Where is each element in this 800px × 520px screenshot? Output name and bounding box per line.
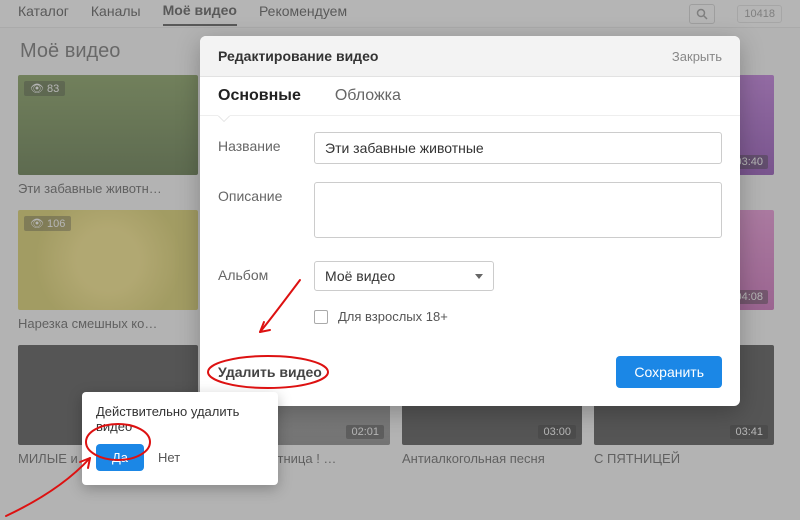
modal-title: Редактирование видео <box>218 48 378 64</box>
adult-checkbox[interactable] <box>314 310 328 324</box>
delete-video-link[interactable]: Удалить видео <box>218 364 322 380</box>
confirm-yes-button[interactable]: Да <box>96 444 144 471</box>
tab-cover[interactable]: Обложка <box>335 87 401 115</box>
confirm-no-button[interactable]: Нет <box>158 450 180 465</box>
description-input[interactable] <box>314 182 722 238</box>
confirm-question: Действительно удалить видео <box>96 404 264 434</box>
edit-video-modal: Редактирование видео Закрыть Основные Об… <box>200 36 740 406</box>
label-album: Альбом <box>218 261 314 283</box>
name-input[interactable] <box>314 132 722 164</box>
label-desc: Описание <box>218 182 314 204</box>
modal-tabs: Основные Обложка <box>200 77 740 116</box>
album-select-value: Моё видео <box>325 268 395 284</box>
delete-confirm-popover: Действительно удалить видео Да Нет <box>82 392 278 485</box>
save-button[interactable]: Сохранить <box>616 356 722 388</box>
label-name: Название <box>218 132 314 154</box>
tab-main[interactable]: Основные <box>218 87 301 115</box>
close-button[interactable]: Закрыть <box>672 49 722 64</box>
album-select[interactable]: Моё видео <box>314 261 494 291</box>
adult-label: Для взрослых 18+ <box>338 309 448 324</box>
